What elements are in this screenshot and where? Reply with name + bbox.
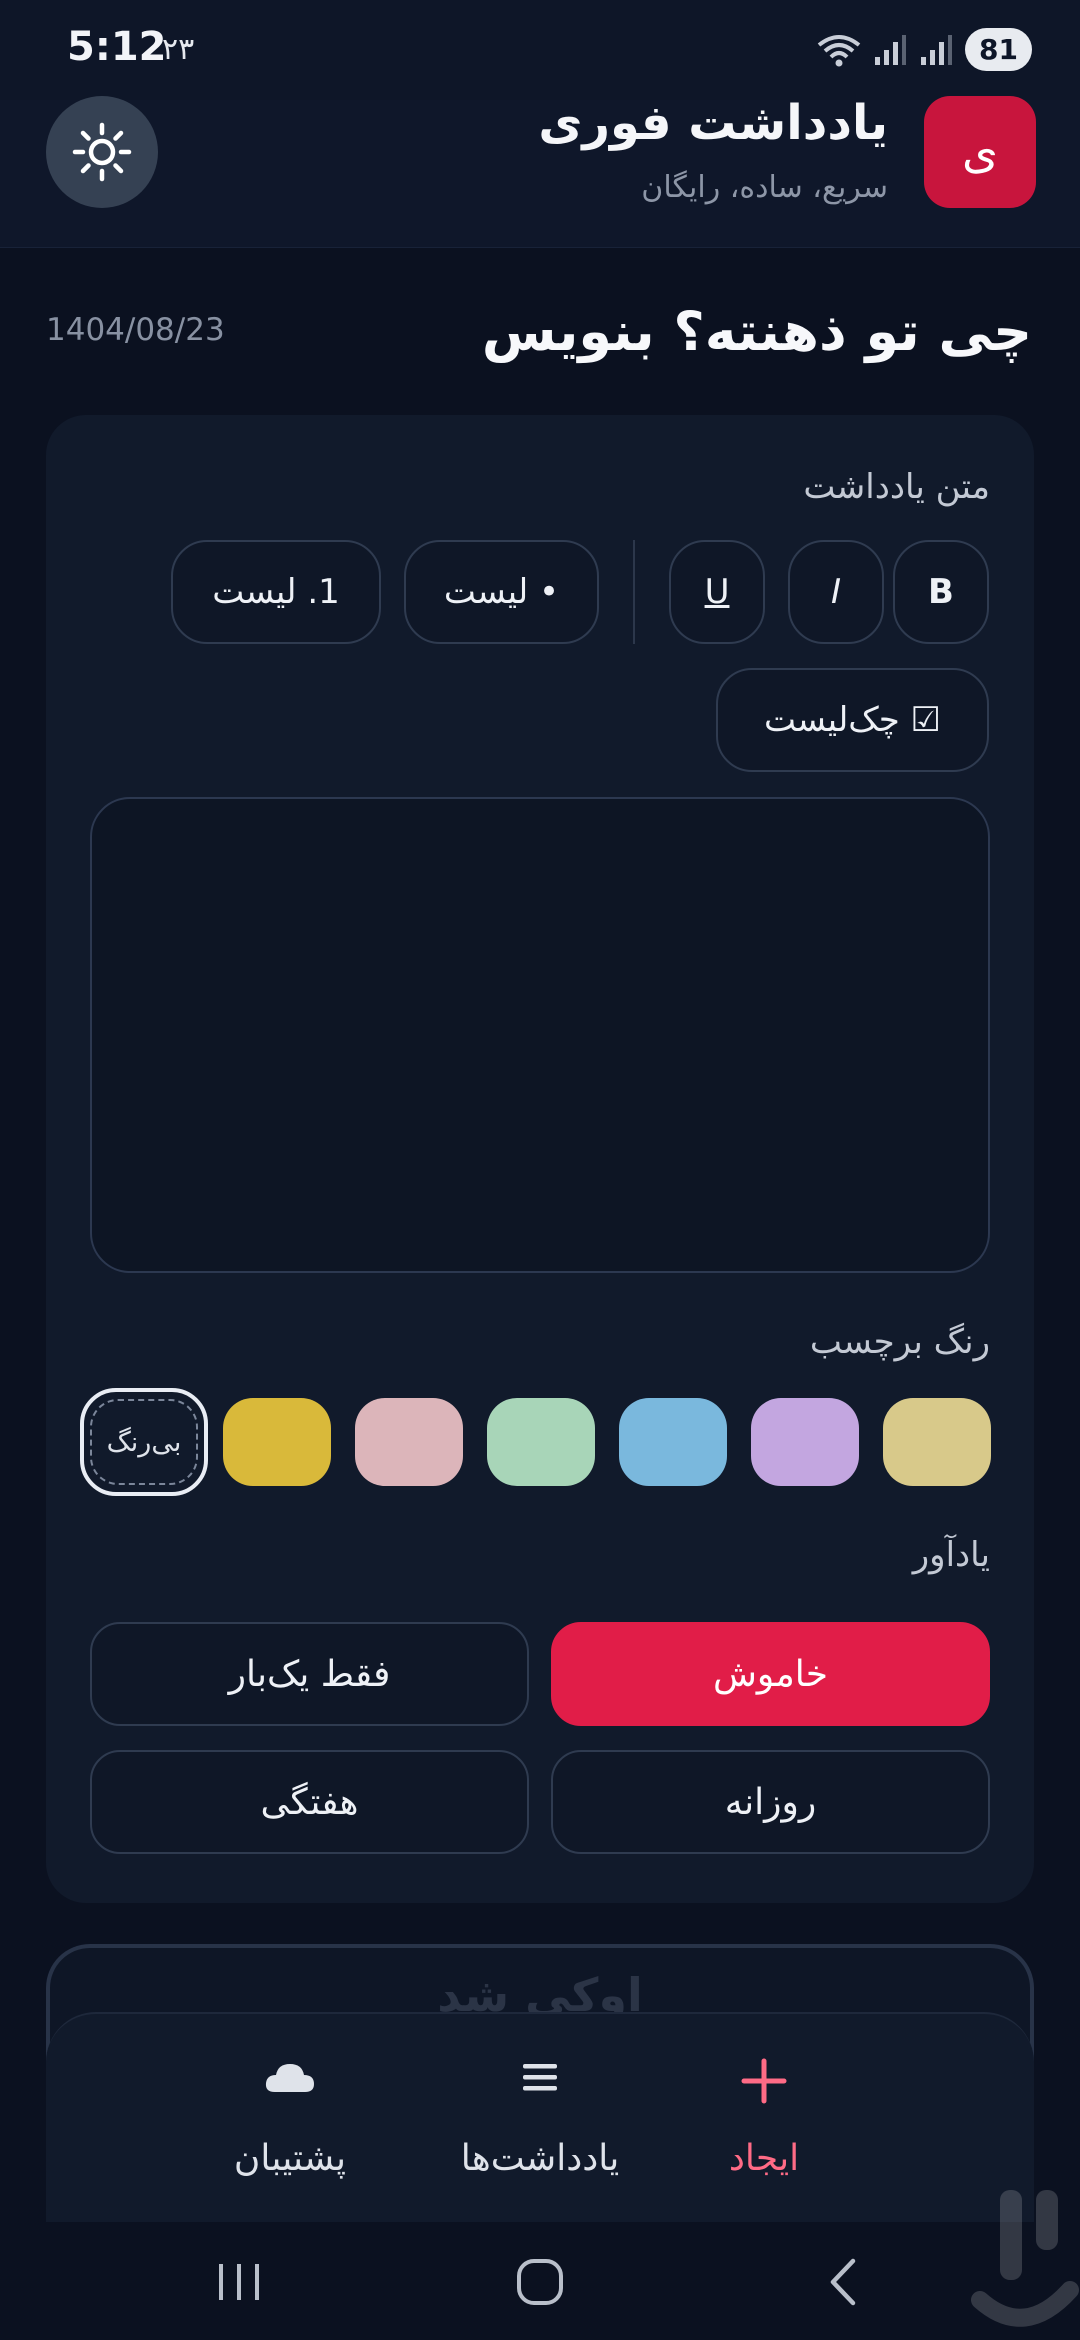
- color-none-label: بی‌رنگ: [90, 1399, 198, 1485]
- status-icons: 81: [817, 28, 1032, 71]
- nav-support-label: پشتیبان: [233, 2138, 347, 2179]
- back-button[interactable]: [803, 2244, 883, 2320]
- color-swatch-pink[interactable]: [355, 1398, 463, 1486]
- reminder-label: یادآور: [912, 1535, 990, 1575]
- note-text-input[interactable]: [90, 797, 990, 1273]
- signal-icon-2: [921, 34, 953, 65]
- home-icon: [517, 2259, 563, 2305]
- status-extra: ۲۳: [162, 32, 195, 67]
- bottom-navigation: ایجاد یادداشت‌ها پشتیبان: [46, 2012, 1034, 2222]
- status-time: 5:12: [67, 24, 167, 70]
- color-swatch-purple[interactable]: [751, 1398, 859, 1486]
- cloud-icon: [265, 2064, 314, 2092]
- back-icon: [830, 2258, 856, 2306]
- reminder-once-button[interactable]: فقط یک‌بار: [90, 1622, 529, 1726]
- app-subtitle: سریع، ساده، رایگان: [641, 170, 888, 205]
- theme-toggle-button[interactable]: [46, 96, 158, 208]
- underline-button[interactable]: U: [669, 540, 765, 644]
- italic-button[interactable]: I: [788, 540, 884, 644]
- system-navigation-bar: [0, 2222, 1080, 2340]
- app-logo: ی: [924, 96, 1036, 208]
- color-swatch-green[interactable]: [487, 1398, 595, 1486]
- recent-apps-button[interactable]: [199, 2244, 279, 2320]
- bold-button[interactable]: B: [893, 540, 989, 644]
- battery-indicator: 81: [965, 28, 1032, 71]
- home-button[interactable]: [500, 2244, 580, 2320]
- color-swatch-yellow[interactable]: [883, 1398, 991, 1486]
- bullet-list-button[interactable]: • لیست: [404, 540, 599, 644]
- toolbar-divider: [633, 540, 635, 644]
- plus-icon: [741, 2058, 787, 2104]
- checklist-button[interactable]: ☑ چک‌لیست: [716, 668, 989, 772]
- recent-apps-icon: [219, 2264, 259, 2300]
- reminder-weekly-button[interactable]: هفتگی: [90, 1750, 529, 1854]
- color-swatch-blue[interactable]: [619, 1398, 727, 1486]
- color-label: رنگ برچسب: [809, 1322, 990, 1362]
- editor-label: متن یادداشت: [803, 467, 990, 507]
- signal-icon: [875, 34, 907, 65]
- status-bar: 5:12 ۲۳ 81: [0, 0, 1080, 100]
- color-swatch-gold[interactable]: [223, 1398, 331, 1486]
- numbered-list-button[interactable]: 1. لیست: [171, 540, 381, 644]
- page-date: 1404/08/23: [46, 312, 225, 348]
- reminder-off-button[interactable]: خاموش: [551, 1622, 990, 1726]
- app-title: یادداشت فوری: [538, 95, 888, 151]
- nav-support[interactable]: پشتیبان: [140, 2014, 440, 2214]
- reminder-daily-button[interactable]: روزانه: [551, 1750, 990, 1854]
- page-title: چی تو ذهنته؟ بنویس: [481, 300, 1032, 363]
- wifi-icon: [817, 34, 861, 66]
- store-watermark-icon: [971, 2190, 1079, 2327]
- sun-icon: [72, 122, 132, 182]
- color-swatch-none[interactable]: بی‌رنگ: [80, 1388, 208, 1496]
- list-icon: [523, 2064, 557, 2091]
- app-screen: 5:12 ۲۳ 81 ی یادداشت فوری سریع، ساده، را…: [0, 0, 1080, 2340]
